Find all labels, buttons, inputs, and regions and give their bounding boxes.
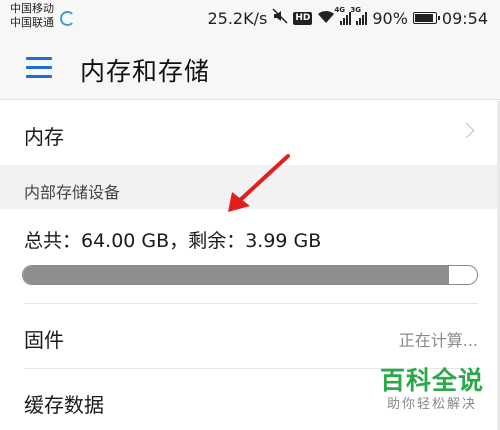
- list-item-firmware[interactable]: 固件 正在计算...: [0, 304, 500, 368]
- watermark-subtitle: 助你轻松解决: [386, 397, 477, 412]
- firmware-label: 固件: [24, 328, 64, 352]
- battery-percent: 90%: [372, 8, 408, 28]
- storage-summary: 总共：64.00 GB，剩余：3.99 GB: [24, 230, 322, 252]
- storage-usage-fill: [23, 266, 449, 284]
- signal-1-label: 4G: [334, 6, 345, 14]
- signal-2-label: 3G: [350, 6, 361, 14]
- watermark-title: 百科全说: [379, 366, 484, 395]
- storage-usage-bar: [22, 265, 478, 285]
- section-title: 内部存储设备: [24, 183, 121, 202]
- watermark-logo: 百科全说 助你轻松解决: [370, 366, 494, 426]
- status-bar: 中国移动 中国联通 25.2K/s HD 4G 3G 90% 09:54: [0, 0, 500, 36]
- carrier-1: 中国移动: [10, 2, 54, 15]
- status-icons: 25.2K/s HD 4G 3G 90% 09:54: [207, 6, 488, 29]
- battery-icon: [412, 12, 440, 24]
- annotation-arrow-icon: [228, 154, 290, 212]
- hd-icon: HD: [293, 11, 313, 25]
- net-speed: 25.2K/s: [207, 8, 268, 28]
- toolbar: 内存和存储: [0, 36, 500, 100]
- internal-storage-item[interactable]: 总共：64.00 GB，剩余：3.99 GB: [0, 209, 500, 303]
- signal-icon: 3G: [350, 6, 368, 25]
- cache-label: 缓存数据: [24, 393, 104, 417]
- menu-icon[interactable]: [26, 57, 52, 79]
- battery-fill: [414, 14, 433, 22]
- wifi-icon: [317, 9, 335, 28]
- clock: 09:54: [441, 8, 488, 28]
- firmware-value: 正在计算...: [398, 331, 478, 350]
- carrier-2: 中国联通: [10, 16, 54, 29]
- memory-label: 内存: [24, 125, 64, 149]
- page-title: 内存和存储: [80, 57, 211, 86]
- carrier-names: 中国移动 中国联通: [10, 2, 54, 30]
- mute-icon: [272, 8, 288, 28]
- carrier-logo-icon: [60, 11, 75, 26]
- chevron-right-icon: [458, 122, 475, 139]
